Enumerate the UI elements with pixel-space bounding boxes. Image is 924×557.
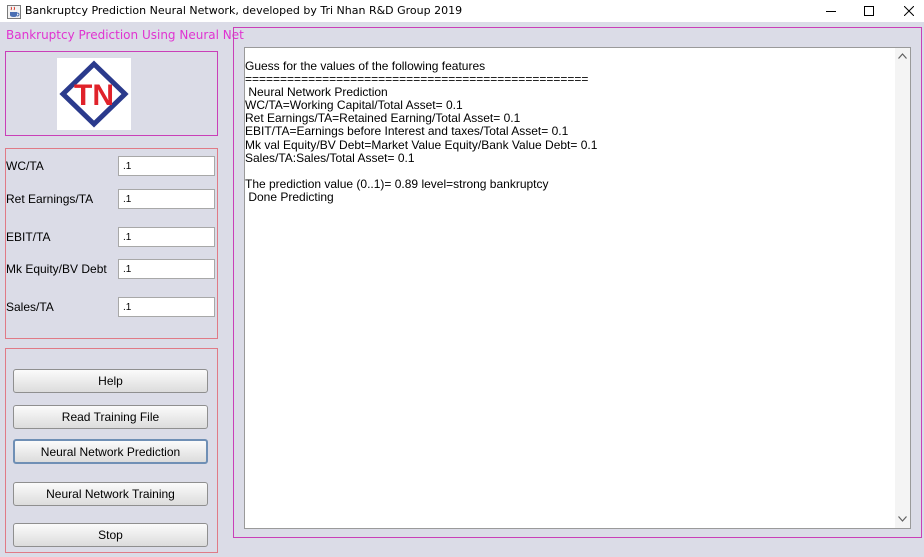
neural-network-prediction-button[interactable]: Neural Network Prediction: [13, 439, 208, 464]
chevron-up-icon[interactable]: [898, 53, 907, 59]
output-line: Ret Earnings/TA=Retained Earning/Total A…: [245, 111, 521, 126]
mk-equity-bv-debt-label: Mk Equity/BV Debt: [6, 262, 107, 276]
output-line: ========================================…: [245, 72, 589, 87]
minimize-icon: [826, 11, 836, 12]
ebit-ta-label: EBIT/TA: [6, 230, 51, 244]
output-line: Done Predicting: [245, 189, 334, 204]
chevron-down-icon[interactable]: [898, 516, 907, 522]
neural-network-training-button[interactable]: Neural Network Training: [13, 482, 208, 506]
output-line: Sales/TA:Sales/Total Asset= 0.1: [245, 150, 415, 165]
ebit-ta-input[interactable]: [118, 227, 215, 247]
output-line: WC/TA=Working Capital/Total Asset= 0.1: [245, 98, 463, 113]
mk-equity-bv-debt-input[interactable]: [118, 259, 215, 279]
stop-button[interactable]: Stop: [13, 523, 208, 547]
ret-earnings-ta-label: Ret Earnings/TA: [6, 192, 94, 206]
sales-ta-input[interactable]: [118, 297, 215, 317]
ret-earnings-ta-input[interactable]: [118, 189, 215, 209]
app-heading: Bankruptcy Prediction Using Neural Net: [6, 28, 244, 42]
output-line: Neural Network Prediction: [245, 85, 388, 100]
output-line: The prediction value (0..1)= 0.89 level=…: [245, 176, 549, 191]
sales-ta-label: Sales/TA: [6, 300, 54, 314]
output-line: EBIT/TA=Earnings before Interest and tax…: [245, 124, 569, 139]
wc-ta-input[interactable]: [118, 156, 215, 176]
window-title: Bankruptcy Prediction Neural Network, de…: [25, 4, 463, 17]
output-text: Guess for the values of the following fe…: [245, 59, 598, 204]
read-training-file-button[interactable]: Read Training File: [13, 405, 208, 429]
close-icon: [904, 6, 914, 16]
output-line: Mk val Equity/BV Debt=Market Value Equit…: [245, 137, 598, 152]
logo-text: TN: [74, 79, 114, 112]
maximize-icon: [864, 6, 874, 16]
vertical-scrollbar[interactable]: [895, 48, 910, 528]
close-button[interactable]: [886, 0, 924, 22]
output-text-area[interactable]: Guess for the values of the following fe…: [244, 47, 911, 529]
company-logo: TN: [57, 58, 131, 130]
java-app-icon: [7, 4, 21, 19]
wc-ta-label: WC/TA: [6, 159, 44, 173]
output-line: Guess for the values of the following fe…: [245, 59, 486, 73]
help-button[interactable]: Help: [13, 369, 208, 393]
